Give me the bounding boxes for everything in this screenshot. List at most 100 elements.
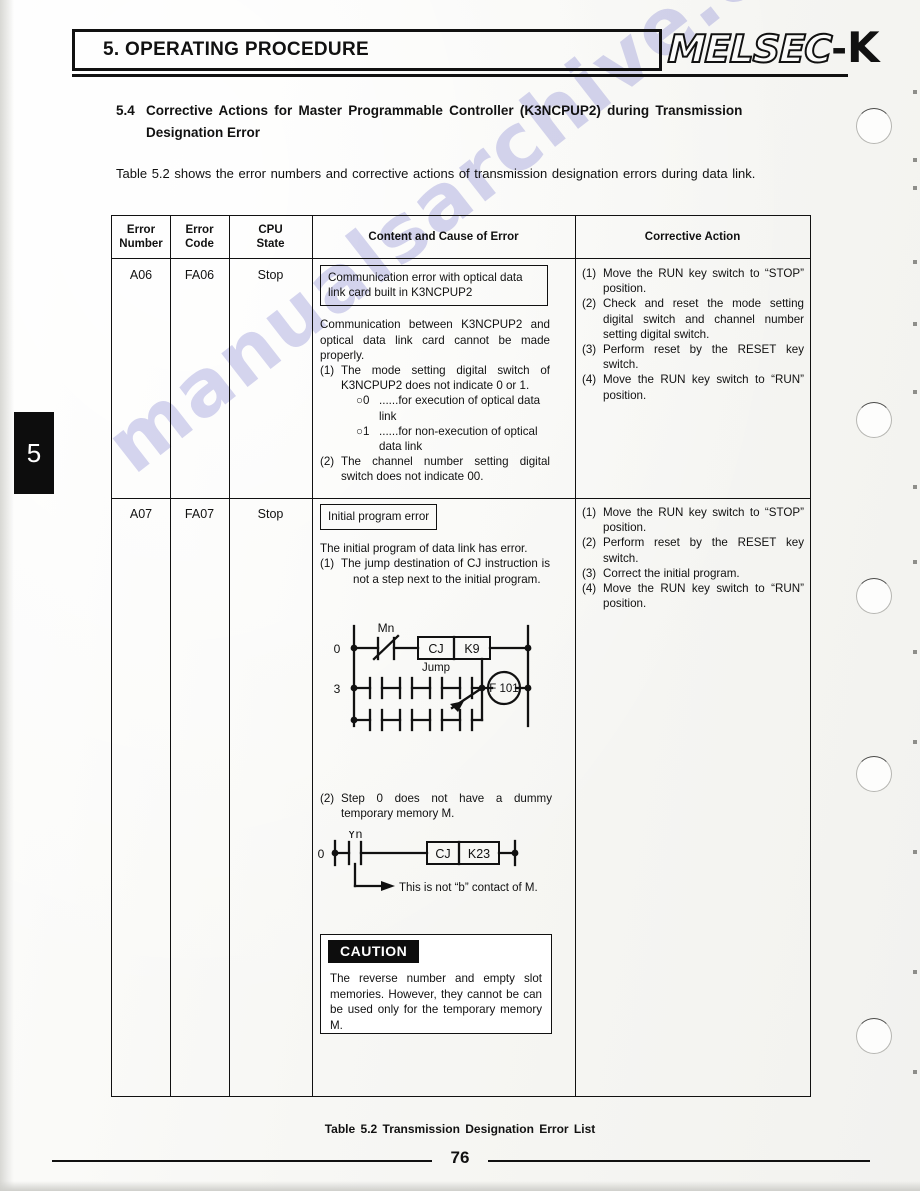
- page-number: 76: [450, 1148, 470, 1167]
- sub-list-marker: ○1: [356, 424, 370, 438]
- list-item: (3) Perform reset by the RESET key switc…: [582, 342, 804, 372]
- list-marker: (2): [320, 455, 335, 469]
- cell-error-number-a07: A07: [129, 507, 153, 521]
- cell-content-a07: Initial program error The initial progra…: [320, 504, 552, 587]
- cell-cpu-state-a07-wrap: Stop: [229, 507, 312, 522]
- list-item: (1) Move the RUN key switch to “STOP” po…: [582, 505, 804, 535]
- list-item: (4) Move the RUN key switch to “RUN” pos…: [582, 372, 804, 402]
- ladder1-contact-label: Mn: [378, 621, 395, 635]
- list-item: (1) Move the RUN key switch to “STOP” po…: [582, 266, 804, 296]
- header-rule: [72, 74, 848, 77]
- table-caption: Table 5.2 Transmission Designation Error…: [324, 1122, 596, 1136]
- content-list-a07: (1) The jump destination of CJ instructi…: [320, 556, 550, 586]
- corrective-list-a06: (1) Move the RUN key switch to “STOP” po…: [582, 266, 804, 403]
- scan-edge-marks: [909, 90, 917, 1100]
- sub-list-item: ○1 ......for non-execution of optical da…: [341, 424, 550, 454]
- list-item: (2) The channel number setting digital s…: [320, 454, 550, 484]
- list-marker: (2): [582, 297, 597, 311]
- table-row: A06: [112, 268, 170, 283]
- cell-error-number-a06: A06: [129, 268, 153, 282]
- section-intro-paragraph: Table 5.2 shows the error numbers and co…: [116, 166, 756, 181]
- table-col-divider-2: [229, 216, 231, 1096]
- cell-error-code-a07-wrap: FA07: [170, 507, 229, 522]
- caution-label: CAUTION: [328, 940, 420, 963]
- content-sublist-a06: ○0 ......for execution of optical data l…: [341, 393, 550, 454]
- content-body-a07: The initial program of data link has err…: [320, 542, 528, 556]
- binder-hole: [856, 402, 892, 438]
- page-edge-shadow-left: [0, 0, 14, 1191]
- caution-box: CAUTION The reverse number and empty slo…: [320, 934, 552, 1034]
- ladder1-instruction: CJ: [428, 642, 443, 656]
- footer-rule-left: [52, 1160, 432, 1163]
- melsec-k-logo: MELSEC - K: [666, 26, 879, 72]
- ladder1-coil-label: F 101: [489, 683, 518, 695]
- ladder1-step-0: 0: [334, 642, 341, 656]
- list-text: Check and reset the mode setting digital…: [603, 297, 804, 341]
- chapter-tab-marker: 5: [14, 412, 54, 494]
- list-text: Perform reset by the RESET key switch.: [603, 536, 804, 565]
- binder-hole: [856, 1018, 892, 1054]
- binder-hole: [856, 756, 892, 792]
- list-item: (1) The mode setting digital switch of K…: [320, 363, 550, 454]
- cell-error-code-a07: FA07: [184, 507, 215, 521]
- list-marker: (4): [582, 373, 597, 387]
- list-marker: (1): [582, 506, 597, 519]
- list-marker: (1): [320, 557, 335, 571]
- cell-corrective-a07: (1) Move the RUN key switch to “STOP” po…: [582, 505, 804, 611]
- table-header-error-number: Error Number: [112, 216, 170, 258]
- ladder-diagram-2-svg: 0 Yn CJ K23 This is not “b” contact of M…: [318, 827, 538, 894]
- ladder2-instruction: CJ: [435, 847, 450, 861]
- list-text: Move the RUN key switch to “STOP” positi…: [603, 506, 804, 535]
- cell-cpu-state-a07: Stop: [257, 507, 284, 521]
- table-header-error-code: Error Code: [170, 216, 229, 258]
- ladder-diagram-cj-jump: 0 3 Mn CJ K9 Jump F 101: [332, 618, 547, 733]
- sub-list-text: ......for execution of optical data link: [379, 394, 541, 423]
- table-header-content: Content and Cause of Error: [368, 231, 519, 243]
- list-item: (2) Check and reset the mode setting dig…: [582, 296, 804, 342]
- list-marker: (2): [582, 536, 597, 550]
- list-text: Move the RUN key switch to “RUN” positio…: [603, 582, 804, 611]
- list-marker: (3): [582, 566, 597, 580]
- list-text: Move the RUN key switch to “STOP” positi…: [603, 267, 804, 296]
- footer-rule-right: [488, 1160, 870, 1163]
- ladder2-step-0: 0: [318, 847, 325, 861]
- list-item: (4) Move the RUN key switch to “RUN” pos…: [582, 581, 804, 611]
- cell-error-code-a06-wrap: FA06: [170, 268, 229, 283]
- section-title-line2: Designation Error: [146, 125, 261, 140]
- table-header-divider: [112, 258, 810, 260]
- chapter-header-box: 5. OPERATING PROCEDURE: [72, 29, 662, 71]
- header-error-number-line1: Error: [126, 224, 156, 236]
- corrective-list-a07: (1) Move the RUN key switch to “STOP” po…: [582, 505, 804, 611]
- list-text: The mode setting digital switch of K3NCP…: [341, 364, 550, 393]
- caution-text: The reverse number and empty slot memori…: [330, 972, 542, 1032]
- page-edge-shadow-bottom: [0, 1181, 920, 1191]
- ladder1-step-3: 3: [334, 682, 341, 696]
- ladder-diagram-1-svg: 0 3 Mn CJ K9 Jump F 101: [334, 621, 532, 732]
- header-cpu-state-line1: CPU: [258, 224, 283, 236]
- ladder2-operand: K23: [468, 847, 490, 861]
- header-error-code-line2: Code: [185, 238, 214, 250]
- table-col-divider-1: [170, 216, 172, 1096]
- list-marker: (2): [320, 792, 335, 805]
- list-text: Move the RUN key switch to “RUN” positio…: [603, 373, 804, 402]
- document-page: manualsarchive.com 5. OPERATING PROCEDUR…: [0, 0, 920, 1191]
- section-number: 5.4: [116, 103, 135, 118]
- list-marker: (4): [582, 582, 597, 596]
- table-row: A07: [112, 507, 170, 522]
- header-error-code-line1: Error: [185, 224, 214, 236]
- ladder2-annotation: This is not “b” contact of M.: [399, 882, 538, 894]
- cell-cpu-state-a06: Stop: [257, 268, 284, 282]
- sub-list-text: ......for non-execution of optical data …: [379, 424, 538, 454]
- section-title-line1: Corrective Actions for Master Programmab…: [146, 103, 743, 118]
- logo-melsec-text: MELSEC: [666, 26, 833, 72]
- list-marker: (1): [582, 267, 597, 280]
- list-item: (3) Correct the initial program.: [582, 566, 804, 581]
- table-col-divider-3: [312, 216, 314, 1096]
- list-text: Step 0 does not have a dummy temporary m…: [341, 792, 552, 821]
- ladder2-contact-label: Yn: [348, 831, 363, 841]
- error-table: Error Number Error Code CPU State Conten…: [111, 215, 811, 1097]
- table-header-cpu-state: CPU State: [229, 216, 312, 258]
- cell-content-a06: Communication error with optical data li…: [320, 265, 550, 485]
- list-text: The jump destination of CJ instruction i…: [341, 557, 550, 586]
- cell-cpu-state-a06-wrap: Stop: [229, 268, 312, 283]
